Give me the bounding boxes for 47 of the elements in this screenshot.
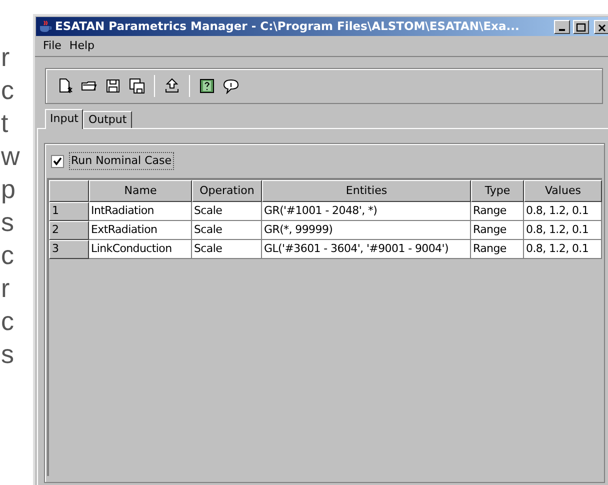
document-text: r: [1, 275, 11, 302]
column-header: Values: [524, 180, 602, 202]
maximize-button[interactable]: [573, 20, 589, 34]
row-header: 1: [49, 202, 89, 221]
table-cell: ExtRadiation: [89, 221, 192, 240]
table-cell: Scale: [192, 240, 262, 259]
table-cell: Range: [471, 202, 524, 221]
document-text: s: [1, 341, 15, 368]
table-cell: GR(*, 99999): [262, 221, 471, 240]
table-cell: 0.8, 1.2, 0.1: [524, 202, 602, 221]
column-header: Type: [471, 180, 524, 202]
column-header: Operation: [192, 180, 262, 202]
row-header: 2: [49, 221, 89, 240]
document-text: w: [1, 143, 21, 170]
table-cell: LinkConduction: [89, 240, 192, 259]
table-cell: 0.8, 1.2, 0.1: [524, 221, 602, 240]
menu-item[interactable]: File: [41, 38, 64, 54]
document-text: s: [1, 209, 15, 236]
table-cell: IntRadiation: [89, 202, 192, 221]
table-cell: Range: [471, 240, 524, 259]
document-text: p: [1, 176, 16, 203]
table-cell: GL('#3601 - 3604', '#9001 - 9004'): [262, 240, 471, 259]
document-text: t: [1, 110, 10, 137]
document-text: r: [1, 44, 11, 71]
minimize-icon: [559, 28, 565, 30]
document-text: c: [1, 77, 15, 104]
close-button[interactable]: [594, 20, 608, 34]
menu-item[interactable]: Help: [67, 38, 96, 54]
table-cell: Scale: [192, 202, 262, 221]
minimize-button[interactable]: [554, 20, 570, 34]
table-cell: 0.8, 1.2, 0.1: [524, 240, 602, 259]
tab[interactable]: Output: [83, 111, 132, 128]
window-title: ESATAN Parametrics Manager - C:\Program Files\ALSTOM\ESATAN\Exa...: [55, 18, 520, 35]
table-cell: GR('#1001 - 2048', *): [262, 202, 471, 221]
document-text: c: [1, 242, 15, 269]
row-header: 3: [49, 240, 89, 259]
close-icon: [597, 22, 607, 32]
column-header: Name: [89, 180, 192, 202]
document-text: c: [1, 308, 15, 335]
table-cell: Range: [471, 221, 524, 240]
tab[interactable]: Input: [45, 109, 84, 129]
table-cell: Scale: [192, 221, 262, 240]
checkbox[interactable]: [51, 154, 64, 168]
checkbox-label: Run Nominal Case: [69, 152, 174, 170]
coffee-cup-icon: [38, 20, 52, 34]
maximize-icon: [576, 22, 586, 32]
column-header: Entities: [262, 180, 471, 202]
